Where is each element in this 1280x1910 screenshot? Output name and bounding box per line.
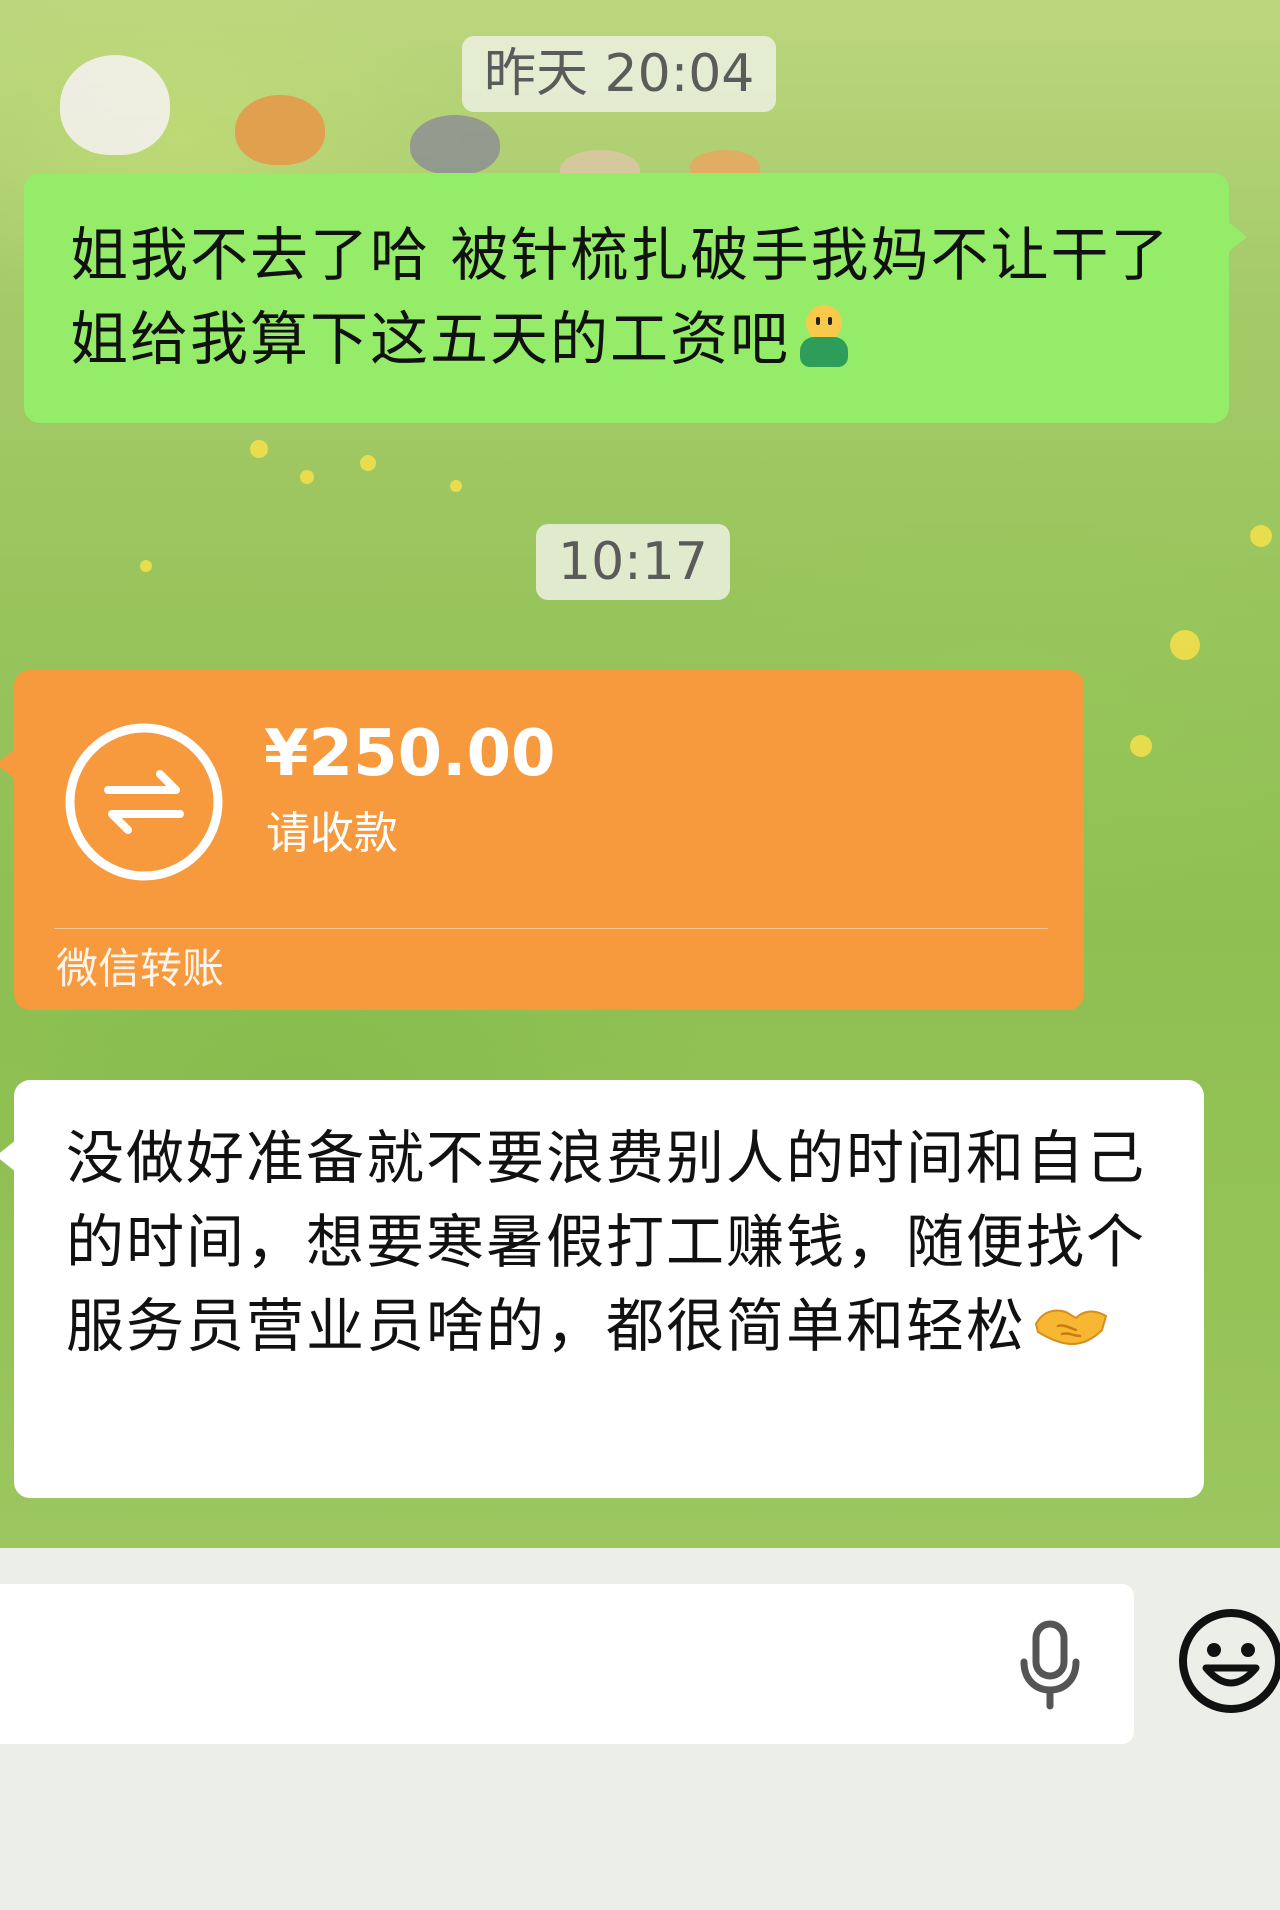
person-emoji-icon xyxy=(796,305,852,369)
wechat-transfer-card[interactable]: ¥250.00 请收款 微信转账 xyxy=(0,670,1084,1010)
mic-icon[interactable] xyxy=(1010,1614,1090,1714)
message-input[interactable] xyxy=(0,1584,1134,1744)
divider xyxy=(54,928,1048,929)
background-illustration xyxy=(235,95,325,165)
other-message-bubble[interactable]: 没做好准备就不要浪费别人的时间和自己的时间，想要寒暑假打工赚钱，随便找个服务员营… xyxy=(0,1080,1204,1498)
background-flower xyxy=(360,455,376,471)
background-flower xyxy=(1130,735,1152,757)
background-illustration xyxy=(410,115,500,175)
chat-input-bar xyxy=(0,1548,1280,1910)
background-flower xyxy=(1250,525,1272,547)
transfer-status: 请收款 xyxy=(266,808,398,859)
transfer-arrows-icon xyxy=(65,723,223,881)
background-flower xyxy=(300,470,314,484)
timestamp-today: 10:17 xyxy=(536,524,730,600)
transfer-footer-label: 微信转账 xyxy=(56,944,225,993)
background-flower xyxy=(250,440,268,458)
transfer-amount: ¥250.00 xyxy=(264,717,556,791)
background-illustration xyxy=(60,55,170,155)
handshake-emoji-icon xyxy=(1034,1309,1108,1346)
my-message-text: 姐我不去了哈 被针梳扎破手我妈不让干了 姐给我算下这五天的工资吧 xyxy=(70,221,1171,373)
my-message-bubble[interactable]: 姐我不去了哈 被针梳扎破手我妈不让干了 姐给我算下这五天的工资吧 xyxy=(24,173,1247,423)
smile-icon[interactable] xyxy=(1176,1606,1280,1716)
background-flower xyxy=(450,480,462,492)
background-flower xyxy=(1170,630,1200,660)
timestamp-yesterday: 昨天 20:04 xyxy=(462,36,777,112)
chat-area[interactable]: 昨天 20:04 姐我不去了哈 被针梳扎破手我妈不让干了 姐给我算下这五天的工资… xyxy=(0,0,1280,1548)
other-message-text: 没做好准备就不要浪费别人的时间和自己的时间，想要寒暑假打工赚钱，随便找个服务员营… xyxy=(66,1124,1147,1360)
background-flower xyxy=(140,560,152,572)
